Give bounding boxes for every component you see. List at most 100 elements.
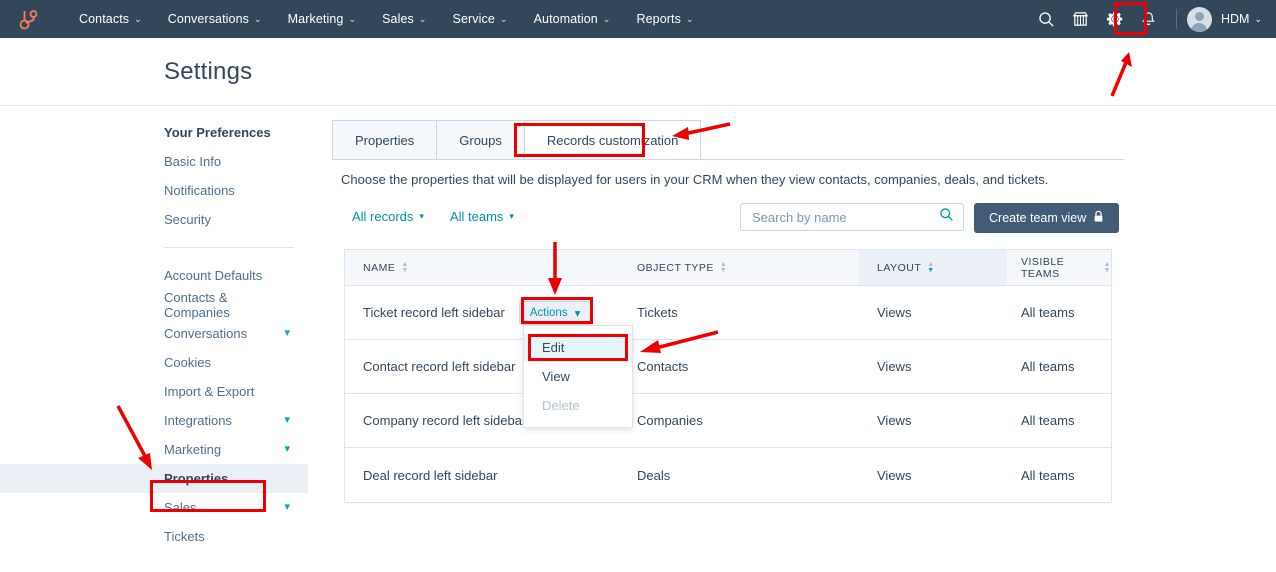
sidebar-item-label: Basic Info xyxy=(164,154,222,169)
cell-layout: Views xyxy=(877,305,912,320)
sidebar-item-basic-info[interactable]: Basic Info xyxy=(0,147,308,176)
search-box[interactable] xyxy=(740,203,964,231)
sidebar-item-label: Notifications xyxy=(164,183,235,198)
chevron-down-icon: ▾ xyxy=(284,501,290,513)
notifications-bell-icon[interactable] xyxy=(1132,0,1166,38)
chevron-down-icon: ▾ xyxy=(419,211,424,221)
sidebar-item-contacts-and-companies[interactable]: Contacts & Companies xyxy=(0,289,308,320)
menu-item-edit[interactable]: Edit xyxy=(524,333,632,362)
nav-item-reports[interactable]: Reports ⌄ xyxy=(623,0,706,38)
chevron-down-icon: ⌄ xyxy=(418,13,427,24)
main-content: Properties Groups Records customization … xyxy=(308,106,1276,572)
filter-all-records[interactable]: All records ▾ xyxy=(352,209,424,224)
sidebar-item-label: Integrations xyxy=(164,413,232,428)
nav-item-label: Contacts xyxy=(79,12,130,26)
create-team-view-button[interactable]: Create team view xyxy=(974,203,1120,233)
sidebar-item-label: Properties xyxy=(164,471,229,486)
sidebar-item-label: Security xyxy=(164,212,211,227)
sidebar-item-tickets[interactable]: Tickets xyxy=(0,522,308,551)
column-label: LAYOUT xyxy=(877,261,922,274)
sidebar-item-integrations[interactable]: Integrations ▾ xyxy=(0,406,308,435)
cell-object-type: Deals xyxy=(637,467,671,483)
sidebar-item-conversations[interactable]: Conversations ▾ xyxy=(0,319,308,348)
sidebar-item-label: Your Preferences xyxy=(164,125,271,140)
cell-object-type: Contacts xyxy=(637,359,689,374)
user-name-label: HDM xyxy=(1220,12,1250,26)
marketplace-icon[interactable] xyxy=(1064,0,1098,38)
cell-layout: Views xyxy=(877,359,912,374)
table-header-visible-teams[interactable]: VISIBLE TEAMS ▲ ▼ xyxy=(1007,250,1111,285)
primary-nav: Contacts ⌄ Conversations ⌄ Marketing ⌄ S… xyxy=(66,0,707,38)
search-input[interactable] xyxy=(750,208,939,226)
lock-icon xyxy=(1093,210,1104,226)
sort-indicator-icon: ▲ ▼ xyxy=(927,260,935,274)
sidebar-item-account-defaults[interactable]: Account Defaults xyxy=(0,261,308,290)
cell-object-type: Tickets xyxy=(637,305,678,320)
cell-layout: Views xyxy=(877,467,912,483)
filter-label: All teams xyxy=(449,209,504,224)
sidebar-item-label: Sales xyxy=(164,500,197,515)
record-name-link[interactable]: Deal record left sidebar xyxy=(363,468,497,483)
tab-label: Properties xyxy=(355,132,415,148)
nav-item-contacts[interactable]: Contacts ⌄ xyxy=(66,0,155,38)
nav-item-label: Sales xyxy=(382,12,414,26)
sidebar-heading-your-preferences: Your Preferences xyxy=(0,118,308,147)
tab-label: Records customization xyxy=(546,132,679,148)
chevron-down-icon: ▾ xyxy=(284,443,290,455)
hubspot-sprocket-logo[interactable] xyxy=(14,4,44,34)
sidebar-item-label: Import & Export xyxy=(164,384,255,399)
nav-item-marketing[interactable]: Marketing ⌄ xyxy=(275,0,369,38)
tab-properties[interactable]: Properties xyxy=(332,120,438,160)
nav-item-label: Conversations xyxy=(167,12,249,26)
nav-item-service[interactable]: Service ⌄ xyxy=(440,0,521,38)
sort-indicator-icon: ▲ ▼ xyxy=(401,260,409,274)
record-name-link[interactable]: Ticket record left sidebar xyxy=(363,305,505,320)
sidebar-item-properties[interactable]: Properties xyxy=(0,464,308,493)
record-name-link[interactable]: Company record left sidebar xyxy=(363,413,526,428)
record-name-link[interactable]: Contact record left sidebar xyxy=(363,359,515,374)
sidebar-item-label: Contacts & Companies xyxy=(164,289,230,320)
sidebar-item-cookies[interactable]: Cookies xyxy=(0,348,308,377)
table-header-layout[interactable]: LAYOUT ▲ ▼ xyxy=(859,250,1007,285)
sidebar-item-notifications[interactable]: Notifications xyxy=(0,176,308,205)
nav-item-conversations[interactable]: Conversations ⌄ xyxy=(155,0,275,38)
top-navbar: Contacts ⌄ Conversations ⌄ Marketing ⌄ S… xyxy=(0,0,1276,38)
chevron-down-icon: ⌄ xyxy=(602,13,611,24)
search-icon[interactable] xyxy=(939,207,954,227)
chevron-down-icon: ▾ xyxy=(284,327,290,339)
nav-item-sales[interactable]: Sales ⌄ xyxy=(369,0,439,38)
sidebar-item-label: Conversations xyxy=(164,326,248,341)
cell-visible-teams: All teams xyxy=(1021,359,1075,374)
table-row: Company record left sidebar Companies Vi… xyxy=(345,394,1111,448)
table-header-name[interactable]: NAME ▲ ▼ xyxy=(345,250,621,285)
table-header-object-type[interactable]: OBJECT TYPE ▲ ▼ xyxy=(621,250,859,285)
tab-groups[interactable]: Groups xyxy=(436,120,525,160)
chevron-down-icon: ⌄ xyxy=(1254,13,1262,24)
settings-sidebar: Your Preferences Basic Info Notification… xyxy=(0,106,308,572)
nav-item-automation[interactable]: Automation ⌄ xyxy=(521,0,624,38)
search-icon[interactable] xyxy=(1030,0,1064,38)
tab-records-customization[interactable]: Records customization xyxy=(523,120,702,160)
chevron-down-icon: ▾ xyxy=(509,211,514,221)
sidebar-item-security[interactable]: Security xyxy=(0,205,308,234)
menu-item-label: View xyxy=(542,369,570,384)
filter-label: All records xyxy=(352,209,414,224)
filter-all-teams[interactable]: All teams ▾ xyxy=(450,209,514,224)
user-menu[interactable]: HDM ⌄ xyxy=(1221,12,1262,26)
chevron-down-icon: ▾ xyxy=(574,307,581,320)
menu-item-view[interactable]: View xyxy=(524,362,632,391)
settings-gear-icon[interactable] xyxy=(1098,0,1132,38)
sidebar-item-marketing[interactable]: Marketing ▾ xyxy=(0,435,308,464)
table-row: Ticket record left sidebar Actions ▾ Tic… xyxy=(345,286,1111,340)
avatar[interactable] xyxy=(1186,6,1212,32)
sidebar-item-label: Marketing xyxy=(164,442,222,457)
page-title: Settings xyxy=(164,58,253,85)
actions-button[interactable]: Actions ▾ xyxy=(518,300,592,325)
sidebar-item-sales[interactable]: Sales ▾ xyxy=(0,493,308,522)
chevron-down-icon: ⌄ xyxy=(499,13,508,24)
tab-label: Groups xyxy=(459,132,502,148)
menu-item-delete: Delete xyxy=(524,391,632,420)
filter-bar: All records ▾ All teams ▾ xyxy=(352,209,540,224)
create-team-view-label: Create team view xyxy=(989,211,1087,225)
sidebar-item-import-and-export[interactable]: Import & Export xyxy=(0,377,308,406)
